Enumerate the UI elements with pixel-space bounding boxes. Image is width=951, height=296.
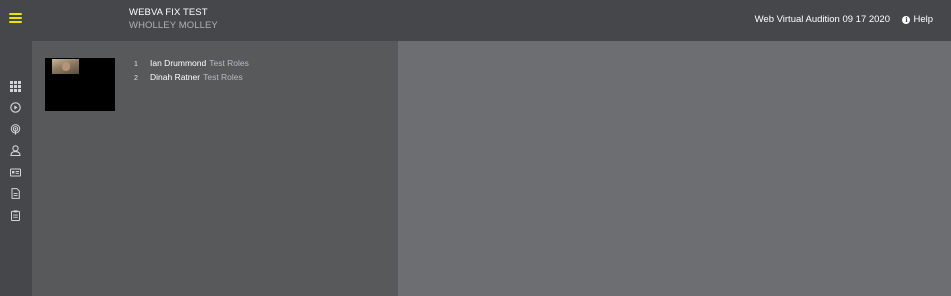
- video-thumbnail[interactable]: [45, 58, 115, 111]
- play-circle-icon[interactable]: [10, 102, 21, 113]
- participant-name: Dinah Ratner: [150, 72, 201, 82]
- info-icon: i: [902, 15, 911, 24]
- participant-number: 1: [134, 61, 138, 68]
- document-icon[interactable]: [10, 188, 21, 199]
- user-icon[interactable]: [10, 145, 21, 156]
- participant-role: Test Roles: [203, 72, 243, 82]
- top-bar: WEBVA FIX TEST WHOLLEY MOLLEY Web Virtua…: [0, 0, 951, 41]
- participant-name: Ian Drummond: [150, 58, 207, 68]
- grid-icon[interactable]: [10, 81, 21, 92]
- clipboard-icon[interactable]: [10, 210, 21, 221]
- video-frame-image: [52, 59, 79, 74]
- participant-number: 2: [134, 75, 138, 82]
- preview-panel: [398, 41, 951, 296]
- app-window: WEBVA FIX TEST WHOLLEY MOLLEY Web Virtua…: [0, 0, 951, 296]
- participant-role: Test Roles: [209, 58, 249, 68]
- participants-panel: 1 Ian Drummond Test Roles 2 Dinah Ratner…: [32, 41, 398, 296]
- participant-row[interactable]: 1 Ian Drummond Test Roles: [134, 58, 249, 68]
- id-card-icon[interactable]: [10, 167, 21, 178]
- participant-row[interactable]: 2 Dinah Ratner Test Roles: [134, 72, 243, 82]
- session-name: Web Virtual Audition 09 17 2020: [754, 14, 890, 25]
- project-title: WEBVA FIX TEST: [129, 7, 208, 18]
- podcast-icon[interactable]: [10, 124, 21, 135]
- project-subtitle: WHOLLEY MOLLEY: [129, 20, 218, 31]
- sidebar: [0, 41, 32, 296]
- help-label: Help: [913, 14, 933, 25]
- hamburger-menu-icon[interactable]: [9, 12, 22, 24]
- help-button[interactable]: i Help: [902, 14, 933, 25]
